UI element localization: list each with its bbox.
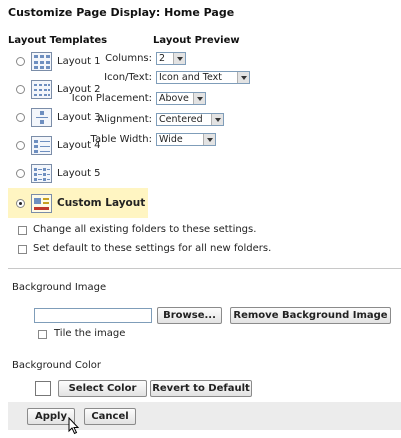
tile-image-checkbox[interactable] xyxy=(38,330,47,339)
remove-background-image-button[interactable]: Remove Background Image xyxy=(230,307,391,324)
background-color-header: Background Color xyxy=(12,360,101,371)
change-existing-checkbox[interactable] xyxy=(18,226,27,235)
select-color-button[interactable]: Select Color xyxy=(58,380,147,397)
table-width-select[interactable]: Wide xyxy=(156,133,216,146)
layout-templates-header: Layout Templates xyxy=(8,35,108,46)
table-width-label: Table Width: xyxy=(90,134,152,145)
mouse-cursor-icon xyxy=(68,417,80,435)
alignment-label: Alignment: xyxy=(97,114,152,125)
columns-select[interactable]: 2 xyxy=(156,52,186,65)
color-swatch[interactable] xyxy=(35,381,51,396)
columns-value: 2 xyxy=(159,53,166,64)
revert-to-default-button[interactable]: Revert to Default xyxy=(150,380,252,397)
background-image-file-input[interactable] xyxy=(34,308,152,323)
custom-layout-thumbnail-icon xyxy=(31,193,52,213)
icon-text-label: Icon/Text: xyxy=(104,72,152,83)
divider xyxy=(8,268,401,269)
set-default-checkbox[interactable] xyxy=(18,245,27,254)
tile-image-label: Tile the image xyxy=(54,328,126,339)
set-default-label: Set default to these settings for all ne… xyxy=(33,243,272,254)
browse-button[interactable]: Browse... xyxy=(157,307,222,324)
chevron-down-icon xyxy=(193,93,205,104)
layout-3-label: Layout 3 xyxy=(57,111,101,123)
layout-option-5[interactable]: Layout 5 xyxy=(8,159,148,187)
chevron-down-icon xyxy=(203,134,215,145)
table-width-value: Wide xyxy=(159,134,183,145)
chevron-down-icon xyxy=(237,72,249,83)
chevron-down-icon xyxy=(173,53,185,64)
layout-3-radio[interactable] xyxy=(16,112,25,122)
icon-placement-select[interactable]: Above xyxy=(156,92,206,105)
custom-layout-radio[interactable] xyxy=(16,198,25,208)
alignment-value: Centered xyxy=(159,114,203,125)
layout-5-thumbnail-icon xyxy=(31,163,52,183)
layout-1-radio[interactable] xyxy=(16,56,25,66)
layout-4-thumbnail-icon xyxy=(31,135,52,155)
layout-1-thumbnail-icon xyxy=(31,51,52,71)
alignment-select[interactable]: Centered xyxy=(156,113,224,126)
icon-text-select[interactable]: Icon and Text xyxy=(156,71,250,84)
layout-5-label: Layout 5 xyxy=(57,167,101,179)
layout-2-radio[interactable] xyxy=(16,84,25,94)
layout-1-label: Layout 1 xyxy=(57,55,101,67)
custom-layout-label: Custom Layout xyxy=(57,197,146,209)
chevron-down-icon xyxy=(211,114,223,125)
icon-placement-label: Icon Placement: xyxy=(71,93,152,104)
change-existing-label: Change all existing folders to these set… xyxy=(33,224,257,235)
layout-5-radio[interactable] xyxy=(16,168,25,178)
layout-preview-header: Layout Preview xyxy=(153,35,240,46)
columns-label: Columns: xyxy=(105,53,152,64)
background-image-header: Background Image xyxy=(12,282,107,293)
layout-3-thumbnail-icon xyxy=(31,107,52,127)
layout-4-radio[interactable] xyxy=(16,140,25,150)
cancel-button[interactable]: Cancel xyxy=(84,408,136,425)
icon-text-value: Icon and Text xyxy=(159,72,222,83)
layout-2-thumbnail-icon xyxy=(31,79,52,99)
layout-option-custom[interactable]: Custom Layout xyxy=(8,188,148,218)
icon-placement-value: Above xyxy=(159,93,189,104)
page-title: Customize Page Display: Home Page xyxy=(8,6,235,19)
